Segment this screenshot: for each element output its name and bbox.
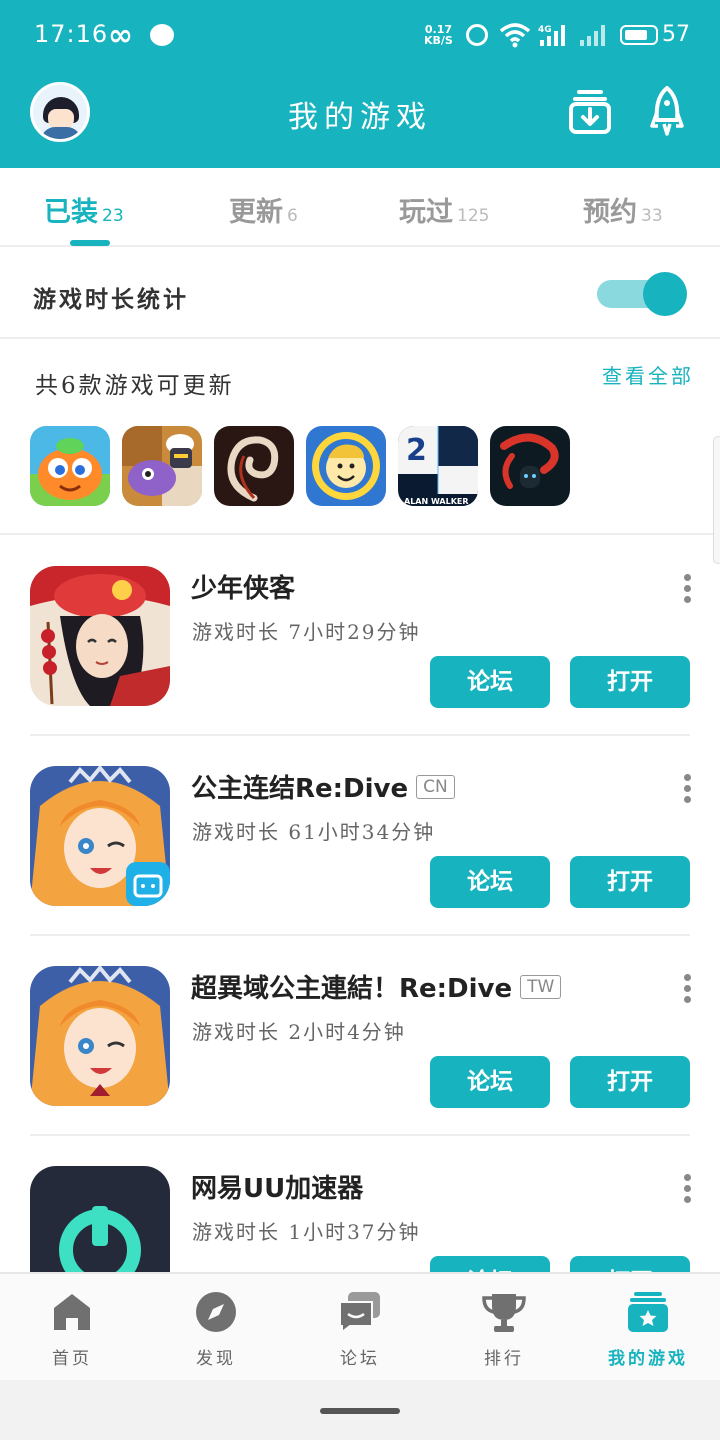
net-speed: 0.17 KB/S — [424, 24, 453, 46]
forum-button[interactable]: 论坛 — [430, 656, 550, 708]
nav-discover[interactable]: 发现 — [144, 1274, 288, 1382]
battery-icon — [620, 25, 658, 45]
game-playtime: 游戏时长 7小时29分钟 — [192, 620, 421, 644]
game-icon — [30, 966, 170, 1106]
playtime-stats-label: 游戏时长统计 — [33, 286, 189, 313]
fallout-vault-boy-icon[interactable] — [306, 426, 386, 506]
tab-label: 玩过 — [399, 197, 453, 228]
nav-home[interactable]: 首页 — [0, 1274, 144, 1382]
game-title: 网易UU加速器 — [191, 1174, 364, 1204]
home-gesture-handle[interactable] — [320, 1408, 400, 1414]
nav-label: 首页 — [52, 1349, 92, 1369]
game-title: 公主连结Re:Dive — [191, 774, 409, 804]
bottom-navigation: 首页 发现 论坛 排行 我的游戏 — [0, 1272, 720, 1380]
game-name: 网易UU加速器 — [191, 1168, 363, 1205]
more-options-icon[interactable] — [682, 574, 692, 606]
tab-count: 125 — [457, 206, 490, 226]
tab-count: 23 — [102, 206, 124, 226]
trophy-icon — [482, 1294, 526, 1332]
game-icon — [30, 566, 170, 706]
status-bar: 17:16 ∞ 0.17 KB/S 4G 57 — [0, 0, 720, 70]
compass-icon — [196, 1292, 236, 1332]
more-options-icon[interactable] — [682, 1174, 692, 1206]
region-badge: CN — [416, 774, 455, 799]
status-time: 17:16 — [34, 20, 109, 48]
battery-level: 57 — [662, 22, 690, 47]
game-name: 少年侠客 — [191, 568, 295, 605]
updates-section: 共6款游戏可更新 查看全部 2 ALAN WALKER — [0, 340, 720, 535]
tab-reserved[interactable]: 预约 33 — [583, 190, 663, 230]
tab-played[interactable]: 玩过 125 — [399, 190, 489, 230]
svg-text:4G: 4G — [538, 25, 552, 35]
open-button[interactable]: 打开 — [570, 656, 690, 708]
tab-label: 已装 — [44, 197, 98, 228]
more-options-icon[interactable] — [682, 974, 692, 1006]
view-all-link[interactable]: 查看全部 — [602, 360, 694, 389]
tab-active-indicator — [70, 240, 110, 246]
tab-count: 33 — [641, 206, 663, 226]
download-manager-icon[interactable] — [569, 88, 611, 134]
nav-label: 排行 — [484, 1349, 524, 1369]
game-list-item[interactable]: 公主连结Re:Dive CN 游戏时长 61小时34分钟 论坛 打开 — [0, 736, 720, 936]
game-list-item[interactable]: 超異域公主連結！Re:Dive TW 游戏时长 2小时4分钟 论坛 打开 — [0, 936, 720, 1136]
signal-4g-icon: 4G — [538, 25, 565, 46]
tab-count: 6 — [287, 206, 298, 226]
nav-forum[interactable]: 论坛 — [288, 1274, 432, 1382]
game-list-item[interactable]: 少年侠客 游戏时长 7小时29分钟 论坛 打开 — [0, 536, 720, 736]
nav-label: 我的游戏 — [608, 1349, 688, 1369]
red-scarf-shadow-game-icon[interactable] — [490, 426, 570, 506]
chat-bubble-icon — [150, 24, 174, 46]
playtime-stats-row: 游戏时长统计 — [0, 248, 720, 339]
rocket-icon[interactable] — [650, 86, 684, 136]
wifi-icon — [500, 23, 530, 48]
region-badge: TW — [520, 974, 562, 999]
piano-tiles-caption: ALAN WALKER — [404, 497, 469, 506]
signal-secondary-icon — [580, 25, 605, 46]
updates-title: 共6款游戏可更新 — [35, 373, 235, 399]
game-name: 超異域公主連結！Re:Dive TW — [191, 968, 562, 1005]
infinity-icon: ∞ — [108, 18, 133, 53]
open-button[interactable]: 打开 — [570, 1056, 690, 1108]
game-name: 公主连结Re:Dive CN — [191, 768, 455, 805]
game-playtime: 游戏时长 61小时34分钟 — [192, 820, 436, 844]
tab-updates[interactable]: 更新 6 — [229, 190, 298, 230]
alarm-icon — [466, 24, 488, 46]
game-icon — [30, 766, 170, 906]
open-button[interactable]: 打开 — [570, 856, 690, 908]
forum-button[interactable]: 论坛 — [430, 1056, 550, 1108]
nav-label: 发现 — [196, 1349, 236, 1369]
net-speed-unit: KB/S — [424, 34, 453, 47]
game-playtime: 游戏时长 2小时4分钟 — [192, 1020, 406, 1044]
page-title: 我的游戏 — [288, 100, 432, 135]
fruit-game-icon[interactable] — [30, 426, 110, 506]
home-icon — [54, 1294, 90, 1330]
tab-label: 预约 — [583, 197, 637, 228]
forum-button[interactable]: 论坛 — [430, 856, 550, 908]
cooking-robot-game-icon[interactable] — [122, 426, 202, 506]
piano-tiles-number: 2 — [406, 433, 427, 468]
nav-my-games[interactable]: 我的游戏 — [576, 1274, 720, 1382]
tab-label: 更新 — [229, 197, 283, 228]
dark-swirl-game-icon[interactable] — [214, 426, 294, 506]
my-games-icon — [628, 1292, 668, 1332]
playtime-stats-toggle[interactable] — [597, 270, 689, 318]
tab-bar: 已装 23 更新 6 玩过 125 预约 33 — [0, 168, 720, 247]
top-app-bar: 17:16 ∞ 0.17 KB/S 4G 57 我的游戏 — [0, 0, 720, 168]
nav-ranking[interactable]: 排行 — [432, 1274, 576, 1382]
game-playtime: 游戏时长 1小时37分钟 — [192, 1220, 421, 1244]
piano-tiles-alan-walker-icon[interactable]: 2 ALAN WALKER — [398, 426, 478, 506]
toggle-knob — [643, 272, 687, 316]
tab-installed[interactable]: 已装 23 — [44, 190, 124, 230]
system-gesture-bar — [0, 1380, 720, 1440]
nav-label: 论坛 — [340, 1349, 380, 1369]
more-options-icon[interactable] — [682, 774, 692, 806]
forum-chat-icon — [339, 1292, 380, 1334]
game-title: 少年侠客 — [191, 574, 296, 604]
game-title: 超異域公主連結！Re:Dive — [191, 974, 513, 1004]
